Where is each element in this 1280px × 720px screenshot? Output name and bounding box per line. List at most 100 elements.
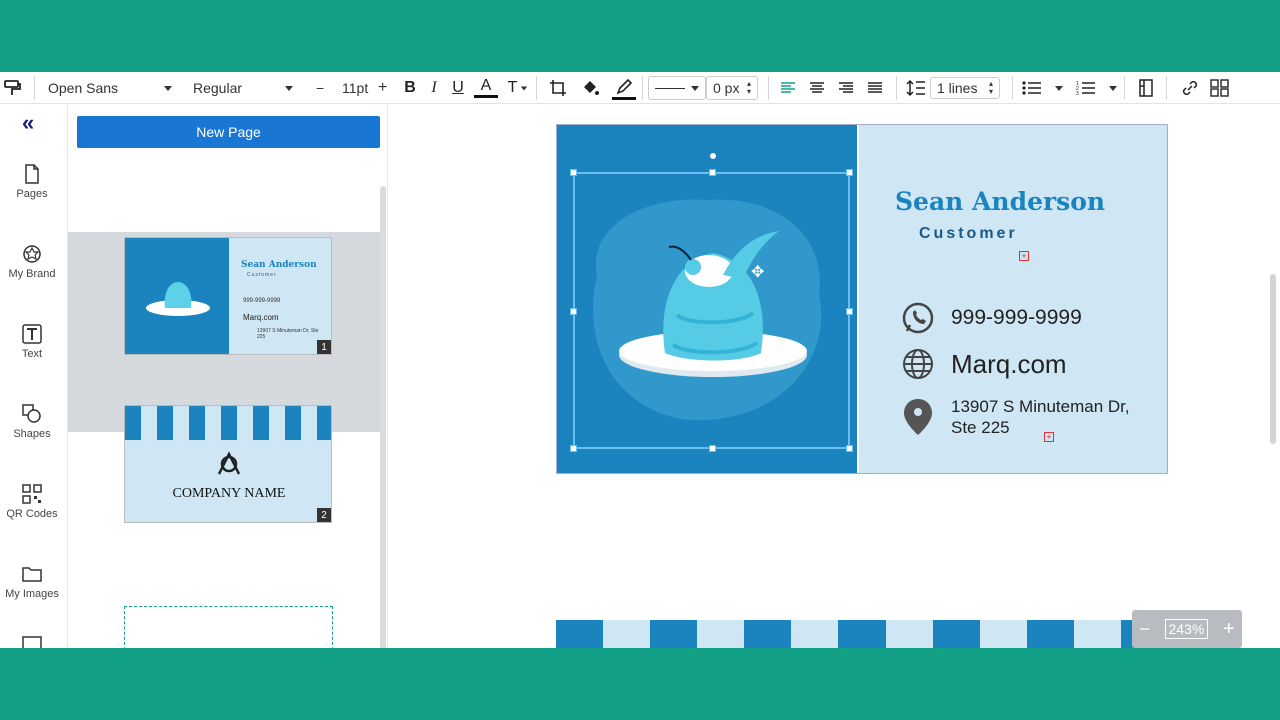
text-icon — [22, 324, 42, 344]
layers-icon[interactable] — [1134, 76, 1158, 100]
chevron-down-icon — [691, 85, 699, 91]
format-painter-icon[interactable] — [2, 72, 24, 104]
image-icon — [22, 636, 42, 648]
align-left-icon[interactable] — [776, 76, 800, 100]
thumb-address: 13907 S Minuteman Dr, Ste 225 — [257, 328, 319, 340]
font-color-button[interactable]: A — [474, 76, 498, 98]
phone-row[interactable]: 999-999-9999 — [901, 301, 1082, 335]
card-image-panel: ✥ — [557, 125, 857, 473]
rail-item-label: QR Codes — [6, 508, 58, 520]
rail-item-images[interactable] — [0, 636, 64, 648]
align-right-icon[interactable] — [834, 76, 858, 100]
thumb-role: Customer — [247, 272, 277, 278]
selection-box[interactable]: ✥ — [570, 153, 853, 452]
rail-item-text[interactable]: Text — [0, 324, 64, 360]
rail-item-label: Shapes — [13, 428, 51, 440]
page-number-badge: 2 — [317, 508, 331, 522]
font-family-select[interactable]: Open Sans — [48, 72, 172, 104]
font-family-value: Open Sans — [48, 80, 119, 96]
move-cursor-icon: ✥ — [751, 264, 765, 281]
bullet-list-icon[interactable] — [1020, 76, 1044, 100]
resize-handle[interactable] — [846, 308, 853, 315]
address-row[interactable]: 13907 S Minuteman Dr, Ste 225 — [901, 397, 1130, 438]
location-pin-icon — [904, 399, 932, 435]
business-card: ✥ Sean Anderson Customer + 999-999-9999 … — [556, 124, 1168, 474]
editor-app: Open Sans Regular − 11pt + B I U A T 0 p… — [0, 72, 1280, 648]
stroke-color-icon[interactable] — [612, 76, 636, 100]
italic-button[interactable]: I — [422, 76, 446, 100]
chevron-down-icon — [164, 85, 172, 91]
chevron-down-icon[interactable] — [1055, 86, 1063, 91]
line-style-preview — [655, 87, 685, 89]
line-spacing-icon[interactable] — [904, 76, 928, 100]
thumb-company-name: COMPANY NAME — [172, 486, 286, 501]
resize-handle[interactable] — [570, 169, 577, 176]
panel-scrollbar[interactable] — [380, 186, 386, 648]
rail-item-label: Pages — [16, 188, 48, 200]
card-role[interactable]: Customer — [919, 225, 1018, 243]
chevron-down-icon — [285, 85, 293, 91]
chevron-down-icon[interactable] — [1109, 86, 1117, 91]
folder-icon — [22, 567, 42, 582]
new-page-button[interactable]: New Page — [77, 116, 380, 148]
resize-handle[interactable] — [570, 308, 577, 315]
overflow-marker-icon[interactable]: + — [1019, 251, 1029, 261]
font-size-decrease-button[interactable]: − — [316, 72, 324, 104]
zoom-level[interactable]: 243% — [1164, 619, 1209, 639]
svg-text:3: 3 — [1076, 91, 1079, 96]
rotate-handle[interactable] — [710, 153, 716, 159]
card-info-panel: Sean Anderson Customer + 999-999-9999 Ma… — [857, 125, 1167, 473]
crop-icon[interactable] — [546, 76, 570, 100]
resize-handle[interactable] — [709, 169, 716, 176]
stepper-icon: ▴ ▾ — [746, 79, 751, 96]
rail-item-pages[interactable]: Pages — [0, 164, 64, 200]
format-toolbar: Open Sans Regular − 11pt + B I U A T 0 p… — [0, 72, 1280, 104]
shapes-icon — [22, 404, 41, 423]
card-website: Marq.com — [951, 348, 1067, 379]
design-canvas: ✥ Sean Anderson Customer + 999-999-9999 … — [388, 104, 1280, 648]
font-style-value: Regular — [193, 80, 243, 96]
text-transform-label: T — [507, 79, 518, 96]
pages-panel: New Page Sean Anderson Customer 999-999-… — [68, 104, 388, 648]
globe-icon — [903, 349, 933, 379]
fill-color-icon[interactable] — [578, 76, 602, 100]
thumb-phone: 999-999-9999 — [243, 298, 281, 304]
resize-handle[interactable] — [709, 445, 716, 452]
line-spacing-input[interactable]: 1 lines ▴ ▾ — [930, 77, 1000, 99]
stroke-width-input[interactable]: 0 px ▴ ▾ — [706, 76, 758, 100]
canvas-scrollbar[interactable] — [1270, 274, 1276, 444]
zoom-in-button[interactable]: + — [1223, 618, 1235, 641]
overflow-marker-icon[interactable]: + — [1044, 432, 1054, 442]
card-phone: 999-999-9999 — [951, 306, 1082, 329]
font-size-value[interactable]: 11pt — [342, 72, 368, 104]
rail-item-qr-codes[interactable]: QR Codes — [0, 484, 64, 520]
chevron-down-icon — [521, 86, 528, 90]
underline-button[interactable]: U — [446, 76, 470, 100]
numbered-list-icon[interactable]: 123 — [1074, 76, 1098, 100]
link-icon[interactable] — [1178, 76, 1202, 100]
rail-item-shapes[interactable]: Shapes — [0, 404, 64, 440]
font-size-increase-button[interactable]: + — [378, 72, 387, 104]
resize-handle[interactable] — [570, 445, 577, 452]
company-logo-icon — [217, 451, 241, 475]
page-thumbnail-1[interactable]: Sean Anderson Customer 999-999-9999 Marq… — [124, 237, 332, 355]
brand-icon — [23, 245, 41, 263]
resize-handle[interactable] — [846, 169, 853, 176]
zoom-out-button[interactable]: − — [1139, 619, 1150, 640]
bold-button[interactable]: B — [398, 76, 422, 100]
collapse-panel-icon[interactable]: « — [22, 110, 34, 136]
rail-item-my-images[interactable]: My Images — [0, 564, 64, 600]
font-style-select[interactable]: Regular — [193, 72, 293, 104]
text-transform-button[interactable]: T — [504, 76, 532, 100]
website-row[interactable]: Marq.com — [901, 347, 1067, 381]
justify-icon[interactable] — [863, 76, 887, 100]
add-page-plus-icon[interactable]: + — [208, 640, 234, 649]
resize-handle[interactable] — [846, 445, 853, 452]
arrange-icon[interactable] — [1208, 76, 1232, 100]
thumb-name: Sean Anderson — [241, 260, 317, 270]
rail-item-my-brand[interactable]: My Brand — [0, 244, 64, 280]
stroke-style-select[interactable] — [648, 76, 706, 100]
page-thumbnail-2[interactable]: COMPANY NAME 2 — [124, 405, 332, 523]
card-name[interactable]: Sean Anderson — [895, 187, 1105, 216]
align-center-icon[interactable] — [805, 76, 829, 100]
